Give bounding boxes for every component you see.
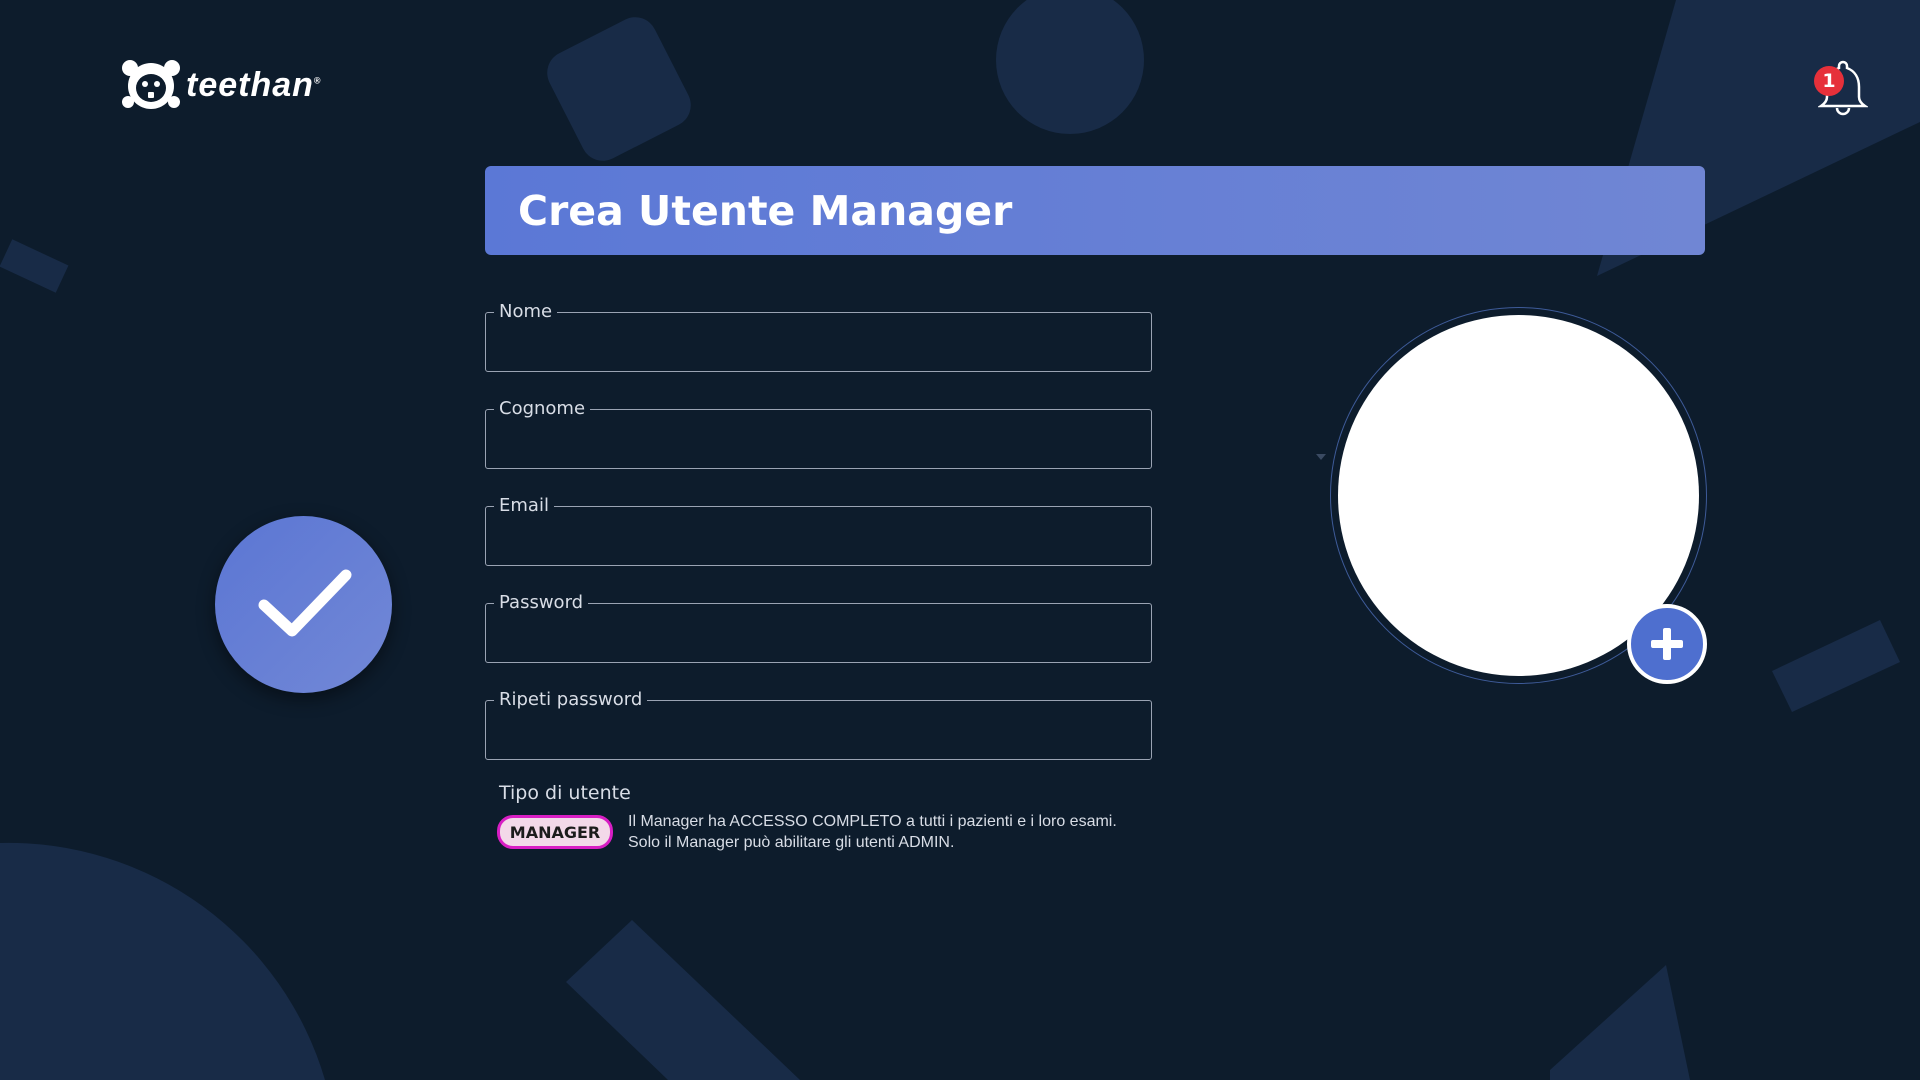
manager-description: Il Manager ha ACCESSO COMPLETO a tutti i… — [628, 811, 1117, 853]
logo-wordmark: teethan® — [186, 65, 322, 104]
repeat-password-field: Ripeti password — [485, 691, 1161, 760]
user-type-label: Tipo di utente — [499, 782, 631, 804]
confirm-button[interactable] — [215, 516, 392, 693]
manager-description-line-2: Solo il Manager può abilitare gli utenti… — [628, 834, 955, 851]
nome-field: Nome — [485, 303, 1161, 372]
add-photo-button[interactable] — [1627, 604, 1707, 684]
bg-quarter-circle — [0, 842, 325, 1080]
bg-bar-right — [1772, 620, 1900, 712]
logo-face-icon — [120, 58, 182, 112]
caret-down-icon — [1316, 454, 1326, 460]
notification-badge: 1 — [1814, 66, 1844, 96]
checkmark-icon — [258, 569, 351, 636]
manager-chip[interactable]: MANAGER — [497, 815, 613, 849]
manager-description-line-1: Il Manager ha ACCESSO COMPLETO a tutti i… — [628, 813, 1117, 830]
email-field: Email — [485, 497, 1161, 566]
password-field: Password — [485, 594, 1161, 663]
page-header: Crea Utente Manager — [485, 166, 1705, 255]
plus-icon — [1651, 628, 1683, 660]
bg-diamond-bottom — [566, 920, 800, 1080]
bg-triangle-bottom-right — [1550, 965, 1690, 1080]
repeat-password-input[interactable] — [487, 703, 1161, 755]
cognome-field: Cognome — [485, 400, 1161, 469]
email-input[interactable] — [487, 509, 1161, 561]
brand-logo[interactable]: teethan® — [120, 58, 322, 112]
page-title: Crea Utente Manager — [518, 186, 1013, 235]
password-input[interactable] — [487, 606, 1161, 658]
nome-input[interactable] — [487, 315, 1161, 367]
cognome-input[interactable] — [487, 412, 1161, 464]
